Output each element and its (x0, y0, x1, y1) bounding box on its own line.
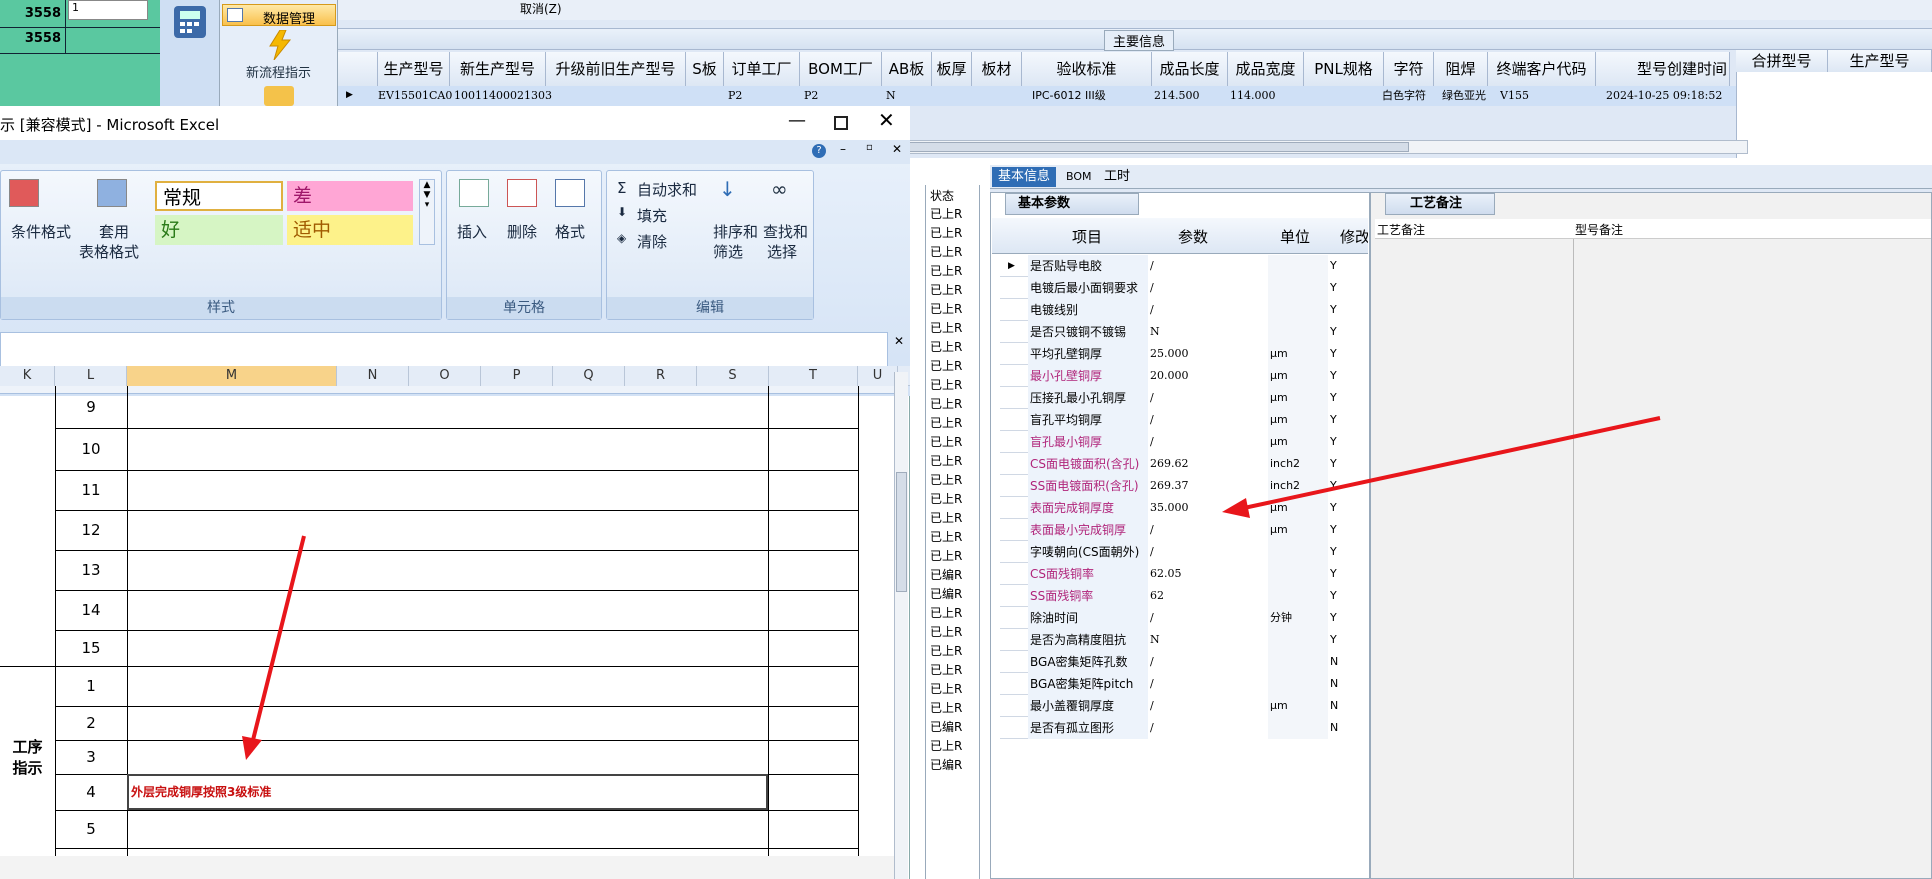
arrow-line (250, 535, 306, 745)
annotation-arrows (242, 416, 1661, 760)
arrow-head (242, 736, 262, 760)
arrow-head (1222, 498, 1250, 518)
arrow-line (1243, 416, 1661, 510)
